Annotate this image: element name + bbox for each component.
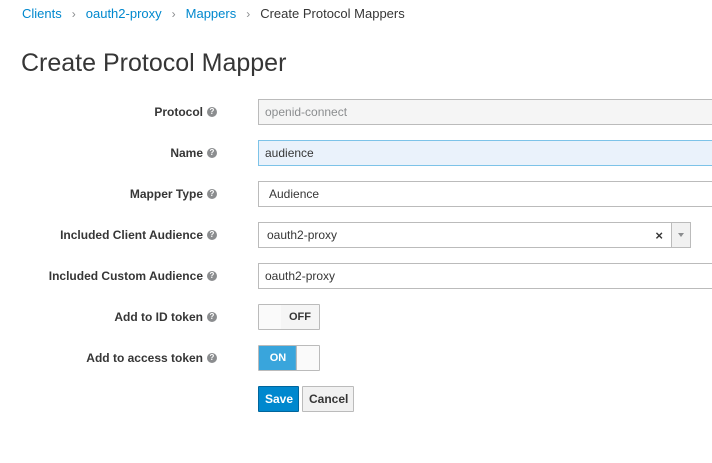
client-audience-label: Included Client Audience ? <box>60 222 217 248</box>
mapper-type-label: Mapper Type ? <box>130 181 217 207</box>
page-title: Create Protocol Mapper <box>21 49 287 77</box>
breadcrumb-mappers[interactable]: Mappers <box>186 6 237 21</box>
add-to-access-token-label: Add to access token ? <box>86 345 217 371</box>
custom-audience-row: Included Custom Audience ? <box>0 263 712 289</box>
help-icon[interactable]: ? <box>207 353 217 363</box>
add-to-id-token-toggle[interactable]: OFF <box>258 304 320 330</box>
chevron-right-icon: › <box>171 6 176 21</box>
form-actions: Save Cancel <box>0 386 712 412</box>
client-audience-value: oauth2-proxy <box>267 228 338 242</box>
add-to-id-token-row: Add to ID token ? OFF <box>0 304 712 330</box>
name-input[interactable] <box>258 140 712 166</box>
help-icon[interactable]: ? <box>207 312 217 322</box>
chevron-right-icon: › <box>246 6 251 21</box>
protocol-label: Protocol ? <box>154 99 217 125</box>
breadcrumb-client[interactable]: oauth2-proxy <box>86 6 162 21</box>
clear-icon[interactable]: × <box>655 223 663 248</box>
breadcrumb-current: Create Protocol Mappers <box>260 6 405 21</box>
toggle-state: ON <box>259 346 297 370</box>
cancel-button[interactable]: Cancel <box>302 386 354 412</box>
breadcrumb: Clients › oauth2-proxy › Mappers › Creat… <box>22 6 405 21</box>
add-to-access-token-row: Add to access token ? ON <box>0 345 712 371</box>
protocol-row: Protocol ? <box>0 99 712 125</box>
add-to-id-token-label: Add to ID token ? <box>114 304 217 330</box>
toggle-state: OFF <box>281 305 319 329</box>
mapper-type-row: Mapper Type ? Audience <box>0 181 712 207</box>
caret-down-icon[interactable] <box>671 223 690 247</box>
save-button[interactable]: Save <box>258 386 299 412</box>
help-icon[interactable]: ? <box>207 107 217 117</box>
custom-audience-input[interactable] <box>258 263 712 289</box>
toggle-knob <box>259 305 282 329</box>
toggle-knob <box>296 346 319 370</box>
chevron-right-icon: › <box>71 6 76 21</box>
name-row: Name ? <box>0 140 712 166</box>
help-icon[interactable]: ? <box>207 230 217 240</box>
breadcrumb-clients[interactable]: Clients <box>22 6 62 21</box>
add-to-access-token-toggle[interactable]: ON <box>258 345 320 371</box>
name-label: Name ? <box>170 140 217 166</box>
client-audience-row: Included Client Audience ? oauth2-proxy … <box>0 222 712 248</box>
help-icon[interactable]: ? <box>207 189 217 199</box>
protocol-field <box>258 99 712 125</box>
mapper-type-select[interactable]: Audience <box>258 181 712 207</box>
client-audience-select[interactable]: oauth2-proxy × <box>258 222 691 248</box>
custom-audience-label: Included Custom Audience ? <box>49 263 217 289</box>
help-icon[interactable]: ? <box>207 271 217 281</box>
help-icon[interactable]: ? <box>207 148 217 158</box>
